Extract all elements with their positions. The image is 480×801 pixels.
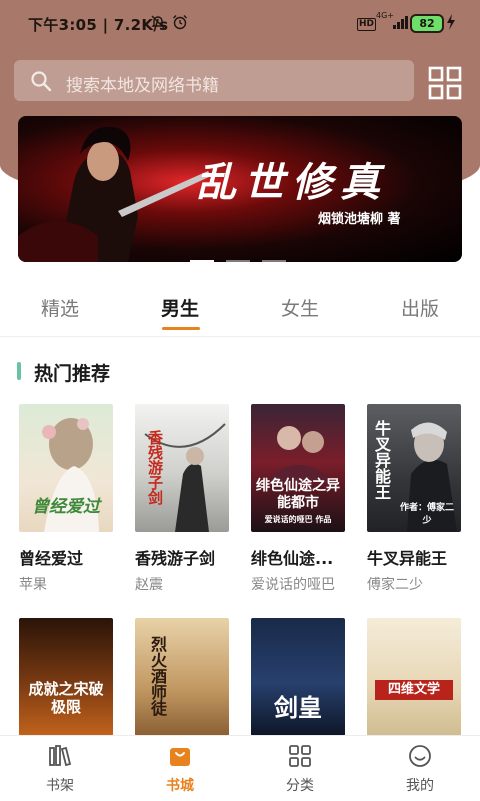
book-cover[interactable]: 四维文学 bbox=[367, 618, 461, 736]
book-title[interactable]: 绯色仙途... bbox=[251, 545, 333, 569]
tabbar-label: 书架 bbox=[46, 778, 74, 794]
category-grid-icon bbox=[289, 745, 311, 767]
featured-banner[interactable]: 乱世修真 烟锁池塘柳 著 bbox=[18, 116, 462, 262]
hd-badge: HD bbox=[357, 18, 377, 31]
tab-active-indicator bbox=[162, 327, 200, 330]
tab-published[interactable]: 出版 bbox=[380, 294, 460, 321]
cover-title: 四维文学 bbox=[375, 680, 453, 700]
tabbar-profile[interactable]: 我的 bbox=[360, 736, 480, 801]
status-time: 下午3:05 | 7.2K/s bbox=[28, 16, 169, 34]
cover-art bbox=[271, 426, 327, 482]
book-cover[interactable]: 剑皇 bbox=[251, 618, 345, 736]
carousel-dot-active bbox=[190, 260, 214, 262]
status-bar: 下午3:05 | 7.2K/s HD 4G+ 82 bbox=[0, 0, 480, 44]
cover-title: 曾经爱过 bbox=[32, 497, 100, 517]
cover-subtitle: 爱说话的哑巴 作品 bbox=[264, 515, 332, 524]
tab-female[interactable]: 女生 bbox=[260, 294, 340, 321]
cover-title: 香残游子剑 bbox=[146, 429, 164, 505]
book-cover[interactable]: 香残游子剑 bbox=[135, 404, 229, 532]
carousel-dot bbox=[226, 260, 250, 262]
book-author: 傅家二少 bbox=[367, 577, 423, 593]
banner-author: 烟锁池塘柳 著 bbox=[318, 212, 401, 227]
grid-view-icon[interactable] bbox=[428, 66, 462, 100]
bottom-tab-bar: 书架 书城 分类 我的 bbox=[0, 735, 480, 801]
search-bar[interactable]: 搜索本地及网络书籍 bbox=[14, 60, 414, 101]
carousel-dot bbox=[262, 260, 286, 262]
tab-male[interactable]: 男生 bbox=[140, 294, 220, 321]
cover-title: 烈火酒师徒 bbox=[148, 636, 167, 716]
battery-level: 82 bbox=[410, 14, 444, 33]
smiley-icon bbox=[409, 745, 431, 767]
tabbar-bookstore[interactable]: 书城 bbox=[120, 736, 240, 801]
tabbar-label: 分类 bbox=[286, 778, 314, 794]
signal-icon bbox=[393, 16, 408, 29]
bookshelf-icon bbox=[49, 745, 72, 767]
cover-subtitle: 作者：傅家二少 bbox=[399, 503, 454, 526]
search-icon bbox=[31, 71, 52, 92]
book-cover[interactable]: 烈火酒师徒 bbox=[135, 618, 229, 736]
carousel-indicator bbox=[190, 249, 298, 262]
banner-title: 乱世修真 bbox=[196, 159, 388, 206]
book-cover[interactable]: 成就之宋破极限 bbox=[19, 618, 113, 736]
bell-muted-icon bbox=[151, 15, 165, 29]
alarm-icon bbox=[173, 15, 187, 30]
tabbar-bookshelf[interactable]: 书架 bbox=[0, 736, 120, 801]
charging-icon bbox=[447, 14, 455, 30]
book-author: 爱说话的哑巴 bbox=[251, 577, 335, 593]
cover-title: 成就之宋破极限 bbox=[28, 680, 104, 716]
cover-title: 绯色仙途之异能都市 bbox=[256, 478, 340, 511]
category-tabs: 精选 男生 女生 出版 bbox=[0, 290, 480, 332]
book-author: 苹果 bbox=[19, 577, 47, 593]
section-accent-bar bbox=[17, 362, 21, 380]
book-title[interactable]: 香残游子剑 bbox=[135, 545, 215, 569]
book-cover[interactable]: 曾经爱过 bbox=[19, 404, 113, 532]
cover-title: 牛叉异能王 bbox=[372, 420, 391, 500]
book-cover[interactable]: 绯色仙途之异能都市 爱说话的哑巴 作品 bbox=[251, 404, 345, 532]
book-title[interactable]: 牛叉异能王 bbox=[367, 545, 447, 569]
book-title[interactable]: 曾经爱过 bbox=[19, 545, 83, 569]
book-cover[interactable]: 牛叉异能王 作者：傅家二少 bbox=[367, 404, 461, 532]
book-author: 赵震 bbox=[135, 577, 163, 593]
search-placeholder: 搜索本地及网络书籍 bbox=[66, 76, 219, 96]
banner-illustration bbox=[18, 126, 211, 262]
tabbar-label: 书城 bbox=[166, 778, 194, 794]
tabbar-label: 我的 bbox=[406, 778, 434, 794]
tab-featured[interactable]: 精选 bbox=[20, 294, 100, 321]
section-title: 热门推荐 bbox=[34, 363, 111, 385]
bag-icon bbox=[170, 748, 190, 766]
cover-title: 剑皇 bbox=[274, 693, 322, 722]
divider bbox=[0, 336, 480, 337]
tabbar-category[interactable]: 分类 bbox=[240, 736, 360, 801]
